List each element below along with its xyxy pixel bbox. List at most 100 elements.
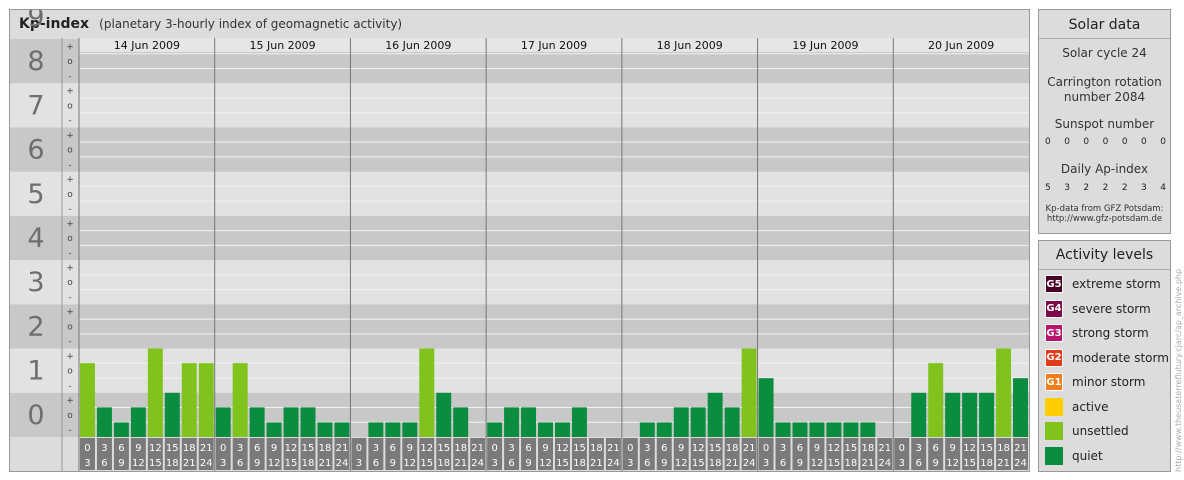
hour-end-label: 3 [763, 458, 769, 469]
hour-start-label: 21 [878, 443, 891, 454]
hour-end-label: 3 [491, 458, 497, 469]
hour-end-label: 24 [471, 458, 484, 469]
ap-value: 3 [1064, 183, 1070, 193]
y-subtick-label: + [66, 175, 74, 185]
hour-end-label: 18 [980, 458, 993, 469]
legend-item: G5 extreme storm [1045, 275, 1161, 293]
hour-end-label: 3 [899, 458, 905, 469]
hour-start-label: 6 [525, 443, 531, 454]
hour-end-label: 6 [644, 458, 650, 469]
kp-bar [979, 392, 995, 437]
legend-swatch: G1 [1045, 373, 1063, 391]
day-label: 19 Jun 2009 [792, 39, 858, 52]
hour-start-label: 3 [237, 443, 243, 454]
hour-start-label: 9 [407, 443, 413, 454]
kp-bar [266, 422, 282, 437]
y-subtick-label: - [68, 160, 71, 170]
hour-end-label: 15 [828, 458, 841, 469]
hour-end-label: 24 [200, 458, 213, 469]
kp-bar [198, 363, 214, 437]
source-line1: Kp-data from GFZ Potsdam: [1045, 204, 1164, 214]
y-tick-label: 8 [27, 46, 44, 77]
kp-bar [673, 407, 689, 437]
source-watermark: http://www.theusaterreflutury.cjarc/ap_a… [1174, 268, 1183, 472]
ap-value: 2 [1083, 183, 1090, 193]
hour-start-label: 3 [373, 443, 379, 454]
legend-item: G4 severe storm [1045, 299, 1151, 318]
hour-start-label: 15 [437, 443, 450, 454]
kp-bar [504, 407, 520, 437]
ap-label: Daily Ap-index [1060, 162, 1149, 176]
carrington-line2: number 2084 [1063, 90, 1146, 104]
hour-start-label: 21 [200, 443, 213, 454]
kp-bar [860, 422, 876, 437]
legend-swatch [1045, 397, 1063, 416]
ap-value: 4 [1160, 183, 1166, 193]
hour-end-label: 6 [101, 458, 107, 469]
kp-bar [1013, 378, 1028, 437]
kp-bar [96, 407, 112, 437]
hour-start-label: 6 [933, 443, 939, 454]
kp-band [10, 348, 1029, 393]
hour-start-label: 0 [491, 443, 497, 454]
kp-bar [283, 407, 299, 437]
hour-start-label: 18 [590, 443, 603, 454]
y-subtick-label: + [66, 131, 74, 141]
kp-band [10, 304, 1029, 349]
sunspot-value: 0 [1064, 137, 1070, 147]
hour-end-label: 24 [336, 458, 349, 469]
ap-value: 5 [1045, 183, 1051, 193]
y-subtick-label: - [68, 249, 71, 259]
kp-bar [928, 363, 944, 437]
hour-end-label: 3 [84, 458, 90, 469]
ap-value: 3 [1141, 183, 1147, 193]
kp-bar-chart: 0123456789-o+-o+-o+-o+-o+-o+-o+-o+-o+ 14 … [10, 10, 1029, 471]
kp-bar [826, 422, 842, 437]
y-tick-label: 6 [27, 135, 44, 166]
kp-bar [385, 422, 401, 437]
y-subtick-label: + [66, 352, 74, 362]
kp-bar [181, 363, 197, 437]
activity-levels-panel: Activity levels G5 extreme storm G4 severe … [1038, 240, 1171, 472]
hour-start-label: 12 [963, 443, 976, 454]
hour-end-label: 18 [845, 458, 858, 469]
hour-end-label: 18 [709, 458, 722, 469]
hour-start-label: 12 [420, 443, 433, 454]
y-subtick-label: o [67, 57, 73, 67]
kp-bar [232, 363, 248, 437]
carrington-line1: Carrington rotation [1047, 75, 1162, 89]
hour-start-label: 18 [454, 443, 467, 454]
legend-label: active [1072, 399, 1109, 414]
hour-end-label: 24 [878, 458, 891, 469]
hour-end-label: 6 [780, 458, 786, 469]
hour-start-label: 15 [573, 443, 586, 454]
hour-end-label: 9 [525, 458, 531, 469]
y-subtick-label: o [67, 367, 73, 377]
kp-bar [911, 392, 927, 437]
ap-value: 2 [1102, 183, 1109, 193]
divider [1039, 269, 1170, 270]
hour-start-label: 9 [814, 443, 820, 454]
kp-bar [792, 422, 808, 437]
kp-bar [639, 422, 655, 437]
hour-start-label: 9 [135, 443, 141, 454]
kp-bar [453, 407, 469, 437]
y-subtick-label: + [66, 263, 74, 273]
hour-start-label: 6 [254, 443, 260, 454]
y-tick-label: 0 [27, 400, 44, 431]
y-subtick-label: + [66, 308, 74, 318]
hour-start-label: 12 [285, 443, 298, 454]
day-label: 20 Jun 2009 [928, 39, 994, 52]
sunspot-value: 0 [1141, 137, 1147, 147]
hour-end-label: 15 [556, 458, 569, 469]
hour-end-label: 6 [237, 458, 243, 469]
kp-bar [741, 348, 757, 437]
hour-end-label: 18 [573, 458, 586, 469]
hour-start-label: 3 [780, 443, 786, 454]
kp-bar [130, 407, 146, 437]
hour-end-label: 24 [1014, 458, 1027, 469]
y-subtick-label: - [68, 426, 71, 436]
legend-item: unsettled [1045, 422, 1129, 440]
y-tick-label: 7 [27, 90, 44, 121]
hour-start-label: 15 [302, 443, 315, 454]
